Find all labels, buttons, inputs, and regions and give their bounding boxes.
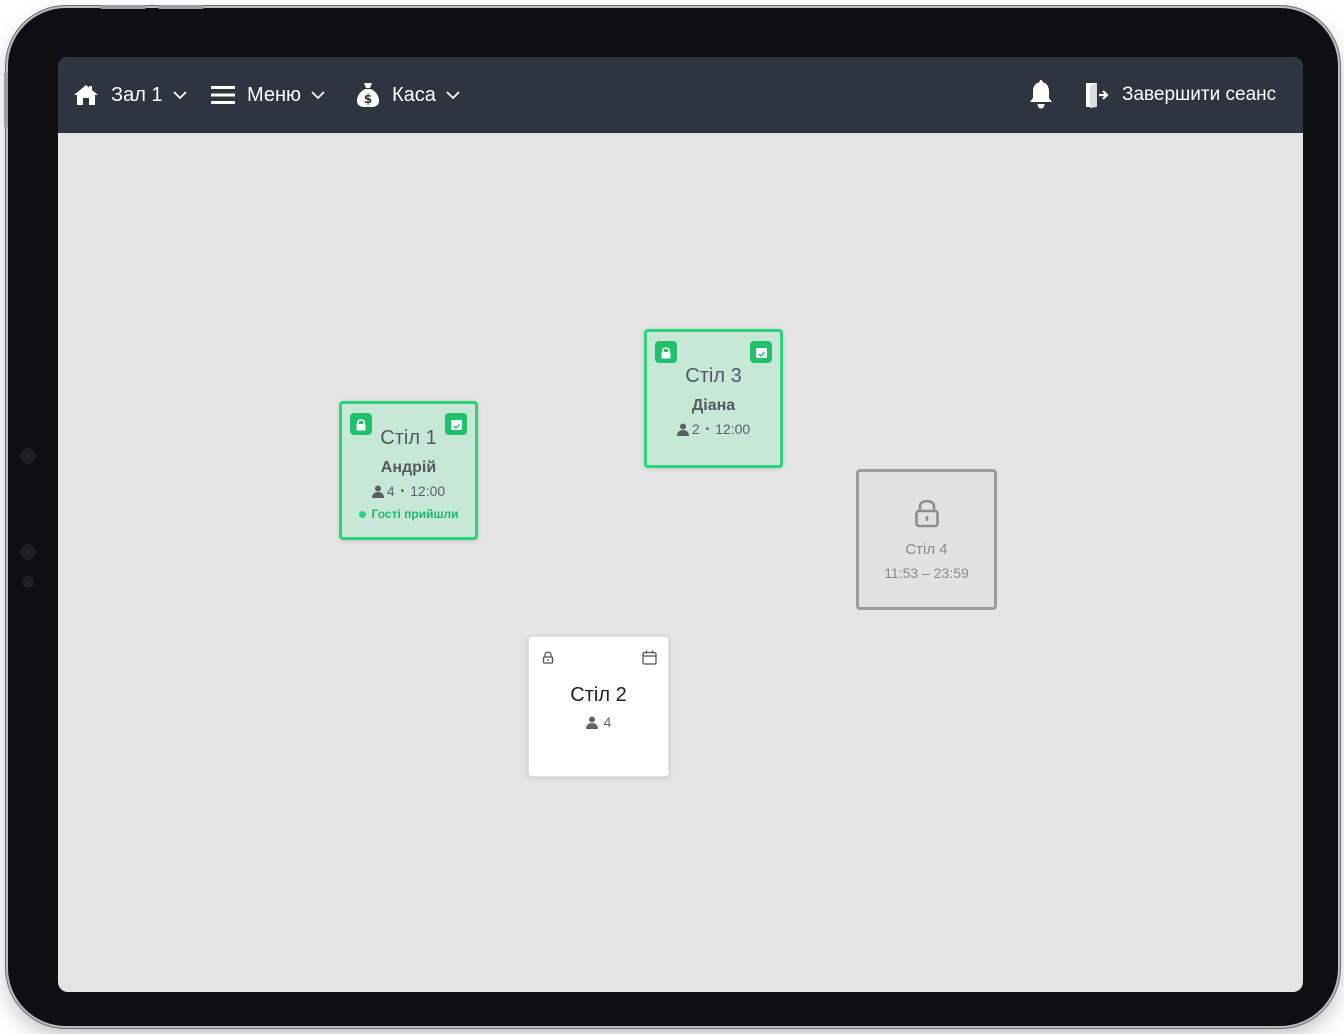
camera-dot bbox=[20, 448, 36, 464]
guest-name: Діана bbox=[691, 397, 736, 414]
guest-count: 4 bbox=[386, 483, 395, 499]
exit-icon bbox=[1084, 81, 1110, 109]
volume-button bbox=[100, 5, 146, 9]
calendar-check-icon bbox=[750, 341, 772, 363]
home-icon bbox=[73, 84, 99, 106]
guest-count: 2 bbox=[691, 421, 700, 437]
lock-icon bbox=[859, 498, 994, 528]
lock-icon bbox=[655, 341, 677, 363]
money-bag-icon: $ bbox=[356, 82, 380, 108]
table-card[interactable]: Стіл 2 4 bbox=[528, 636, 669, 777]
top-bar: Зал 1 Меню $ Каса Завершити сеанс bbox=[58, 57, 1303, 133]
separator-dot: • bbox=[400, 485, 405, 497]
svg-text:$: $ bbox=[364, 92, 372, 106]
volume-button bbox=[158, 5, 204, 9]
bell-icon bbox=[1028, 80, 1054, 110]
table-card[interactable]: Стіл 3 Діана 2 • 12:00 bbox=[644, 329, 783, 468]
guest-count: 4 bbox=[603, 714, 612, 730]
table-name: Стіл 3 bbox=[685, 365, 742, 387]
table-name: Стіл 4 bbox=[905, 541, 948, 558]
table-card[interactable]: Стіл 1 Андрій 4 • 12:00 Гості прийшли bbox=[339, 401, 478, 540]
guest-name: Андрій bbox=[380, 459, 437, 476]
table-meta: 4 • 12:00 bbox=[342, 483, 475, 499]
camera-dot bbox=[20, 544, 36, 560]
hamburger-icon bbox=[211, 85, 235, 105]
chevron-down-icon bbox=[172, 90, 187, 100]
notifications-button[interactable] bbox=[1028, 57, 1054, 133]
person-icon bbox=[585, 716, 598, 729]
guest-status: Гості прийшли bbox=[342, 507, 475, 521]
cash-label: Каса bbox=[392, 83, 436, 106]
person-icon bbox=[371, 485, 384, 498]
menu-label: Меню bbox=[247, 83, 302, 106]
reservation-time: 12:00 bbox=[410, 483, 446, 499]
hall-selector[interactable]: Зал 1 bbox=[73, 57, 187, 133]
separator-dot: • bbox=[705, 423, 710, 435]
block-time-range: 11:53 – 23:59 bbox=[884, 565, 969, 581]
end-session-button[interactable]: Завершити сеанс bbox=[1084, 57, 1276, 133]
hall-label: Зал 1 bbox=[111, 83, 163, 106]
cash-selector[interactable]: $ Каса bbox=[356, 57, 460, 133]
person-icon bbox=[676, 423, 689, 436]
menu-selector[interactable]: Меню bbox=[211, 57, 325, 133]
reservation-time: 12:00 bbox=[715, 421, 751, 437]
power-button bbox=[4, 72, 8, 128]
table-name: Стіл 1 bbox=[380, 427, 437, 449]
status-dot bbox=[358, 510, 366, 518]
end-session-label: Завершити сеанс bbox=[1122, 84, 1277, 105]
app-screen: Зал 1 Меню $ Каса Завершити сеанс Стіл 1… bbox=[58, 57, 1303, 992]
chevron-down-icon bbox=[311, 90, 325, 100]
status-text: Гості прийшли bbox=[371, 507, 459, 521]
table-meta: 4 bbox=[529, 714, 668, 730]
table-meta: 2 • 12:00 bbox=[647, 421, 780, 437]
calendar-icon bbox=[638, 646, 660, 668]
lock-open-icon bbox=[537, 646, 559, 668]
chevron-down-icon bbox=[446, 90, 460, 100]
table-card[interactable]: Стіл 4 11:53 – 23:59 bbox=[856, 469, 997, 610]
table-name: Стіл 2 bbox=[570, 684, 627, 706]
tablet-frame: Зал 1 Меню $ Каса Завершити сеанс Стіл 1… bbox=[4, 5, 1338, 1026]
camera-dot bbox=[22, 576, 34, 588]
